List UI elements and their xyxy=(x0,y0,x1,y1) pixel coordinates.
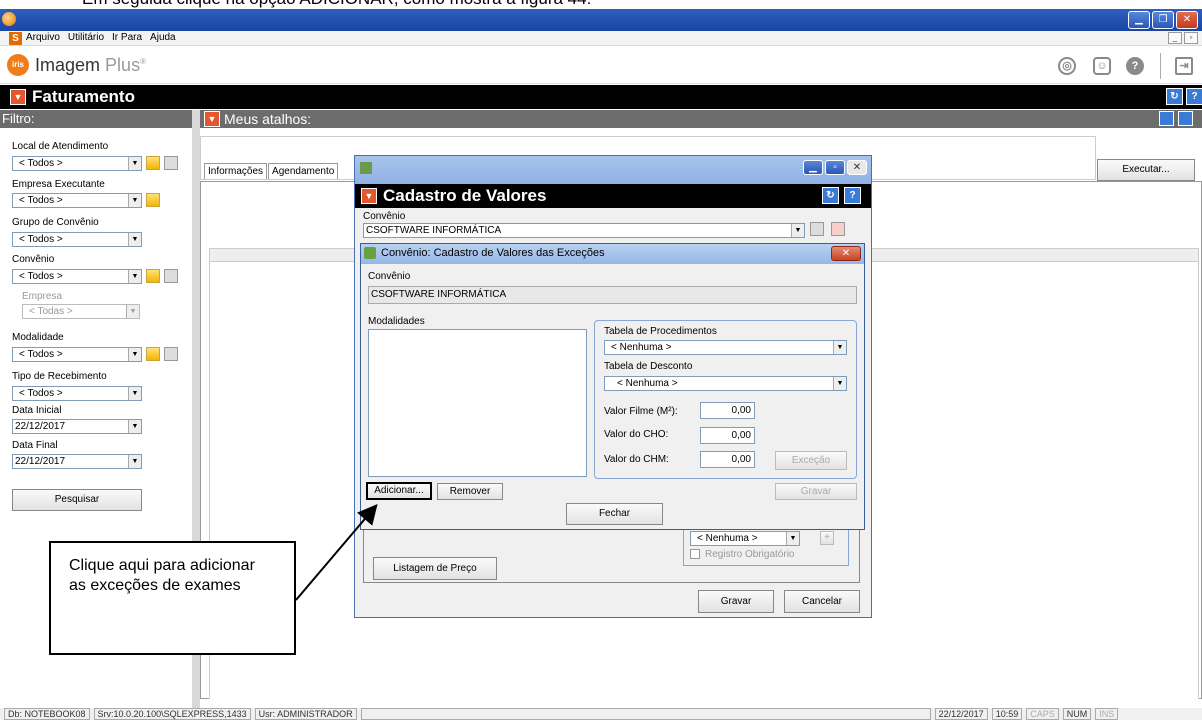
status-srv: Srv:10.0.20.100\SQLEXPRESS,1433 xyxy=(93,708,251,720)
status-usr: Usr: ADMINISTRADOR xyxy=(254,708,357,720)
status-num: NUM xyxy=(1062,708,1092,720)
status-time: 10:59 xyxy=(991,708,1023,720)
status-db: Db: NOTEBOOK08 xyxy=(4,708,90,720)
status-date: 22/12/2017 xyxy=(934,708,988,720)
status-spacer xyxy=(360,708,931,720)
status-bar: Db: NOTEBOOK08 Srv:10.0.20.100\SQLEXPRES… xyxy=(0,708,1202,720)
status-caps: CAPS xyxy=(1026,708,1059,720)
status-ins: INS xyxy=(1095,708,1119,720)
callout-arrow xyxy=(295,503,378,601)
